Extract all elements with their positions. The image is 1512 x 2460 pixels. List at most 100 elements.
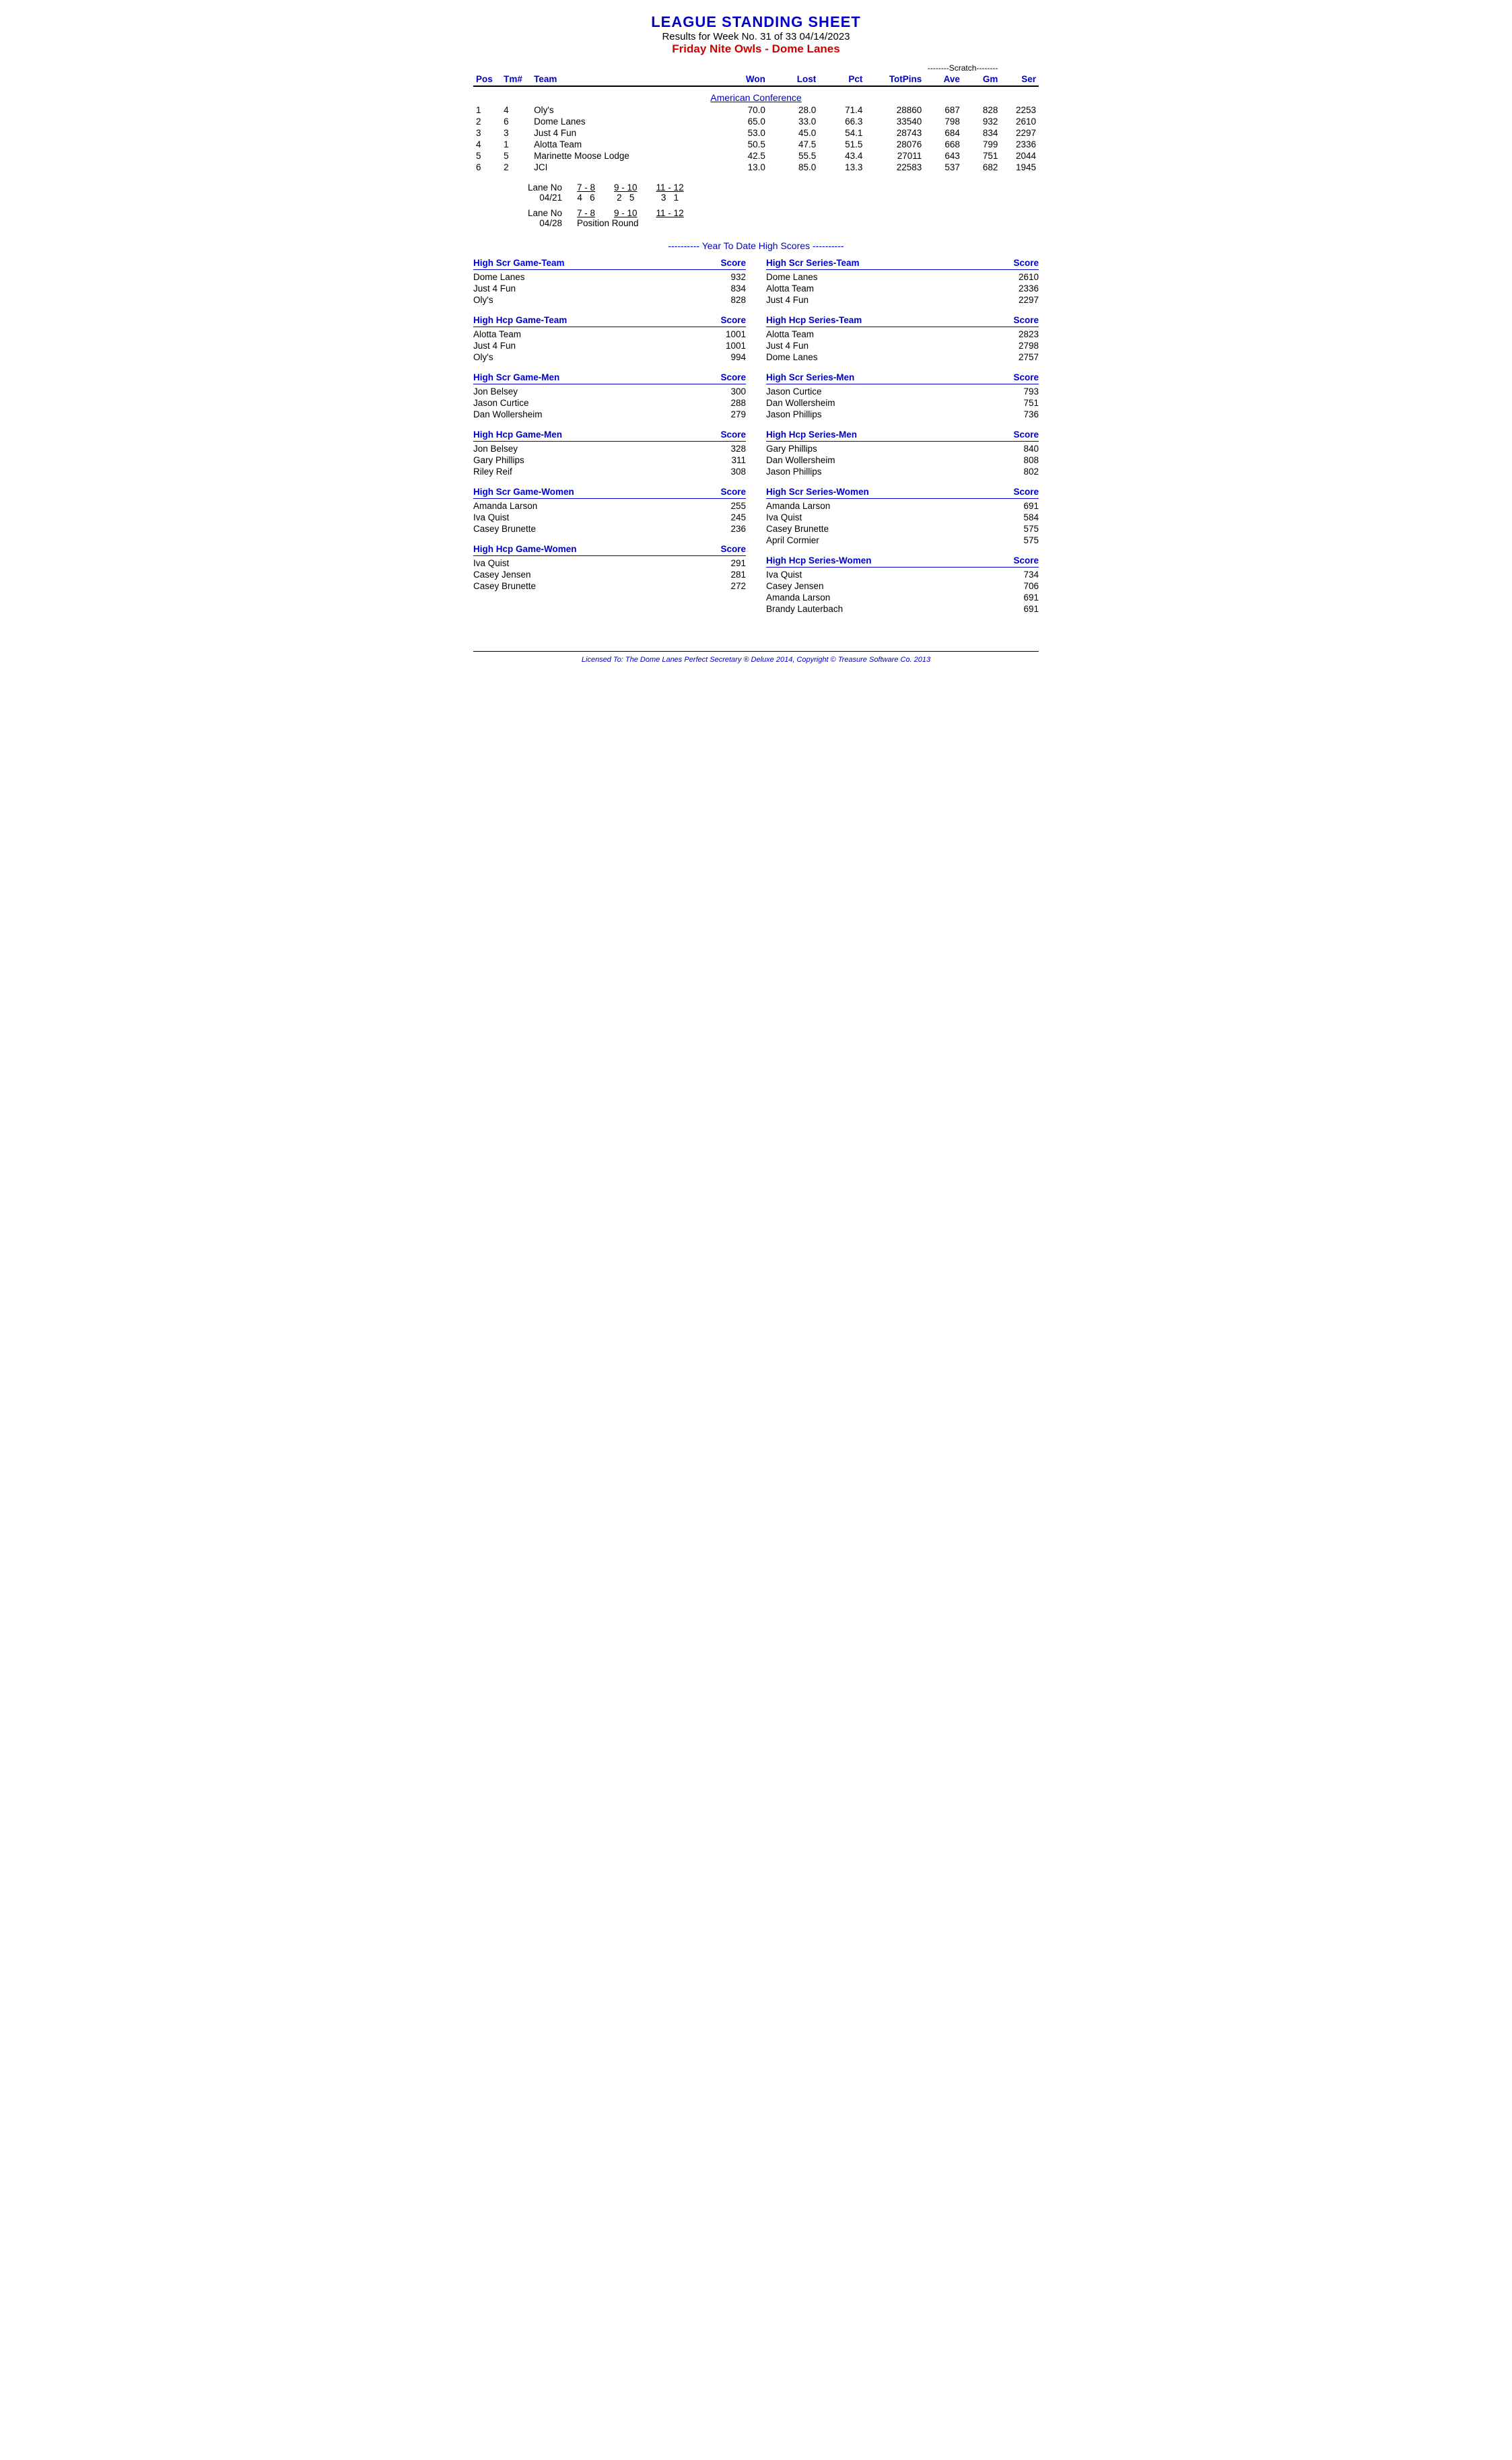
lane-label-2: Lane No — [514, 208, 568, 218]
team-pos: 2 — [473, 116, 501, 127]
hs-category: High Hcp Series-WomenScoreIva Quist734Ca… — [766, 555, 1039, 615]
lane-row-2-vals: 04/28 Position Round — [514, 218, 693, 228]
hs-entry-name: Just 4 Fun — [473, 283, 516, 294]
hs-category: High Scr Series-MenScoreJason Curtice793… — [766, 372, 1039, 420]
hs-entry-score: 1001 — [712, 329, 746, 339]
hs-entry-name: Casey Brunette — [473, 581, 536, 591]
standings-row: 2 6 Dome Lanes 65.0 33.0 66.3 33540 798 … — [473, 116, 1039, 127]
hs-entry-score: 288 — [712, 398, 746, 408]
hs-score-label: Score — [1013, 372, 1039, 382]
hs-entry-score: 840 — [1005, 444, 1039, 454]
lane-range-1c: 11 - 12 — [647, 182, 693, 193]
col-header-won: Won — [718, 73, 768, 86]
high-scores-grid: High Scr Game-TeamScoreDome Lanes932Just… — [473, 258, 1039, 624]
hs-entry-row: Jon Belsey300 — [473, 386, 746, 397]
hs-entry-score: 575 — [1005, 524, 1039, 534]
hs-entry-row: Casey Jensen281 — [473, 569, 746, 580]
hs-category-header: High Scr Series-MenScore — [766, 372, 1039, 384]
hs-entry-row: Alotta Team2823 — [766, 329, 1039, 340]
hs-entry-row: Amanda Larson 691 — [766, 500, 1039, 512]
team-name: Oly's — [531, 104, 717, 116]
team-lost: 45.0 — [768, 127, 819, 139]
lane-row-1-vals: 04/21 4 6 2 5 3 1 — [514, 193, 693, 203]
hs-entry-row: Jon Belsey 328 — [473, 443, 746, 454]
hs-category: High Scr Series-TeamScoreDome Lanes2610A… — [766, 258, 1039, 306]
ytd-header: ---------- Year To Date High Scores ----… — [473, 240, 1039, 251]
hs-entry-score: 255 — [712, 501, 746, 511]
hs-category: High Hcp Game-TeamScoreAlotta Team1001Ju… — [473, 315, 746, 363]
hs-entry-name: Casey Jensen — [473, 570, 531, 580]
lane-date-1: 04/21 — [514, 193, 568, 203]
hs-entry-name: Oly's — [473, 352, 493, 362]
hs-score-label: Score — [1013, 430, 1039, 440]
hs-entry-score: 808 — [1005, 455, 1039, 465]
team-pct: 43.4 — [819, 150, 865, 162]
lane-range-1a: 7 - 8 — [568, 182, 605, 193]
hs-score-label: Score — [1013, 258, 1039, 268]
col-header-lost: Lost — [768, 73, 819, 86]
hs-category-label: High Scr Series-Women — [766, 487, 869, 497]
col-header-totpins: TotPins — [865, 73, 924, 86]
hs-entry-name: Amanda Larson — [766, 592, 830, 603]
hs-entry-score: 311 — [712, 455, 746, 465]
hs-entry-score: 802 — [1005, 467, 1039, 477]
team-gm: 751 — [963, 150, 1001, 162]
team-tm: 1 — [501, 139, 531, 150]
hs-category-header: High Scr Series-Team Score — [766, 258, 1039, 270]
hs-category-label: High Hcp Game-Team — [473, 315, 567, 325]
hs-category-label: High Scr Game-Women — [473, 487, 574, 497]
hs-entry-name: Just 4 Fun — [766, 295, 809, 305]
team-ser: 1945 — [1000, 162, 1039, 173]
hs-entry-score: 328 — [712, 444, 746, 454]
hs-entry-row: Oly's828 — [473, 294, 746, 306]
team-won: 50.5 — [718, 139, 768, 150]
hs-entry-row: April Cormier575 — [766, 535, 1039, 546]
hs-entry-row: Dome Lanes2757 — [766, 351, 1039, 363]
team-ave: 798 — [924, 116, 963, 127]
hs-category-header: High Hcp Series-WomenScore — [766, 555, 1039, 568]
hs-category-header: High Scr Game-Women Score — [473, 487, 746, 499]
team-lost: 55.5 — [768, 150, 819, 162]
hs-entry-name: Dome Lanes — [766, 272, 818, 282]
hs-entry-score: 584 — [1005, 512, 1039, 522]
team-totpins: 28860 — [865, 104, 924, 116]
team-pct: 71.4 — [819, 104, 865, 116]
team-totpins: 27011 — [865, 150, 924, 162]
hs-entry-name: Amanda Larson — [766, 501, 830, 511]
hs-score-label: Score — [1013, 315, 1039, 325]
hs-entry-score: 932 — [712, 272, 746, 282]
hs-entry-row: Casey Brunette236 — [473, 523, 746, 535]
hs-entry-row: Casey Brunette575 — [766, 523, 1039, 535]
hs-category: High Hcp Game-MenScoreJon Belsey328Gary … — [473, 430, 746, 477]
team-pos: 4 — [473, 139, 501, 150]
hs-entry-score: 734 — [1005, 570, 1039, 580]
hs-entry-name: Jon Belsey — [473, 386, 518, 397]
lane-vals-1a: 4 6 — [568, 193, 605, 203]
hs-category-label: High Scr Series-Team — [766, 258, 860, 268]
team-totpins: 33540 — [865, 116, 924, 127]
hs-score-label: Score — [720, 487, 746, 497]
team-pct: 54.1 — [819, 127, 865, 139]
team-name: Dome Lanes — [531, 116, 717, 127]
hs-left-col: High Scr Game-TeamScoreDome Lanes932Just… — [473, 258, 746, 624]
team-ser: 2044 — [1000, 150, 1039, 162]
hs-entry-name: Dan Wollersheim — [473, 409, 543, 419]
page-header: LEAGUE STANDING SHEET Results for Week N… — [473, 13, 1039, 56]
col-header-gm: Gm — [963, 73, 1001, 86]
league-name: Friday Nite Owls - Dome Lanes — [473, 42, 1039, 56]
hs-entry-row: Iva Quist584 — [766, 512, 1039, 523]
hs-entry-name: Dan Wollersheim — [766, 398, 835, 408]
hs-entry-score: 691 — [1005, 604, 1039, 614]
team-name: Alotta Team — [531, 139, 717, 150]
hs-score-label: Score — [720, 315, 746, 325]
hs-entry-score: 691 — [1005, 501, 1039, 511]
hs-entry-row: Dome Lanes932 — [473, 271, 746, 283]
hs-entry-row: Iva Quist291 — [473, 557, 746, 569]
hs-category-header: High Scr Game-MenScore — [473, 372, 746, 384]
hs-entry-name: Jon Belsey — [473, 444, 518, 454]
hs-entry-row: Brandy Lauterbach691 — [766, 603, 1039, 615]
team-pos: 5 — [473, 150, 501, 162]
lane-note-2: Position Round — [568, 218, 693, 228]
hs-entry-name: Riley Reif — [473, 467, 512, 477]
team-won: 65.0 — [718, 116, 768, 127]
